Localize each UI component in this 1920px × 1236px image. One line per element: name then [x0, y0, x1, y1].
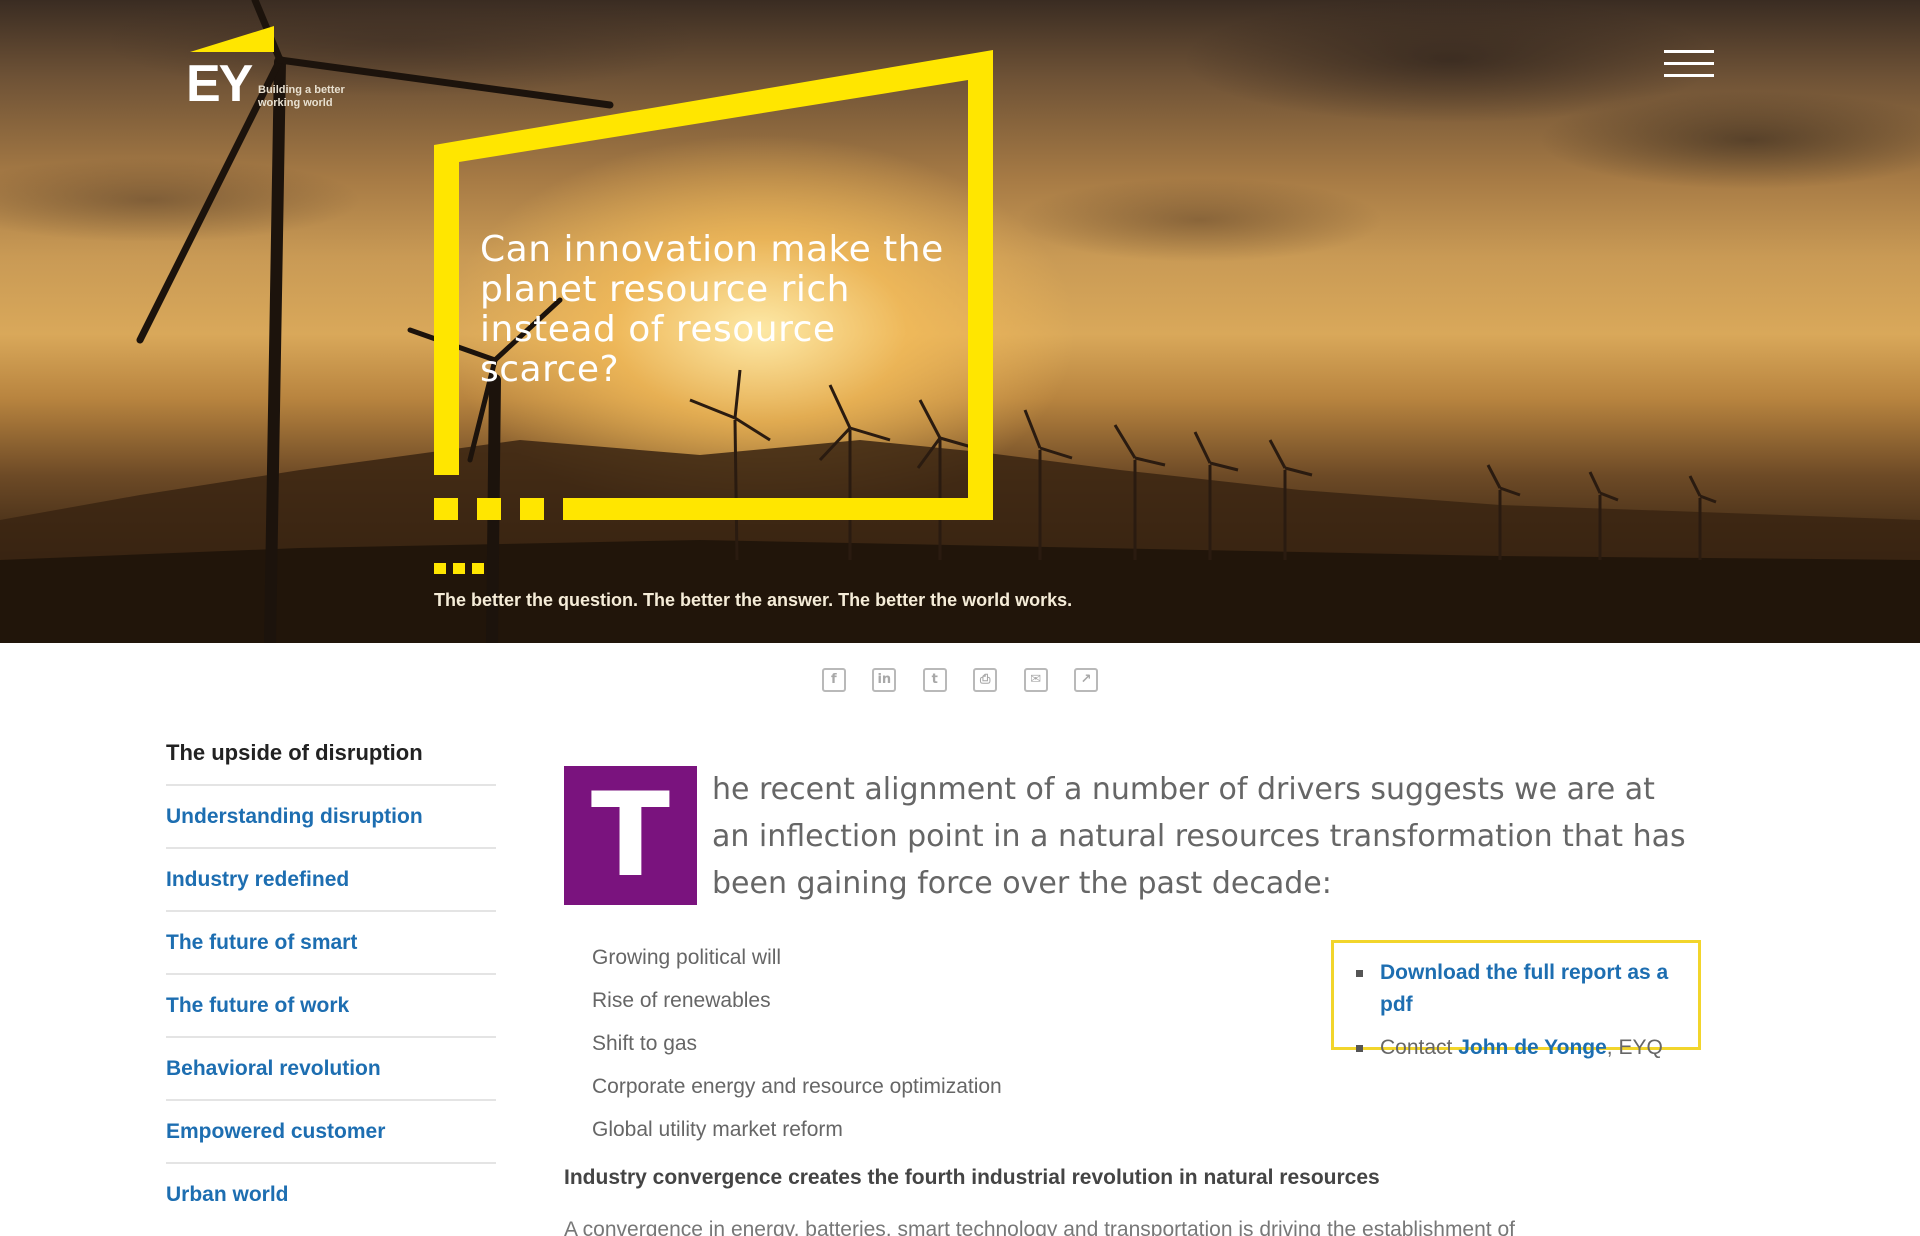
- article-lead: he recent alignment of a number of drive…: [712, 772, 1686, 901]
- list-item: Rise of renewables: [592, 989, 771, 1012]
- nav-item-behavioral-revolution[interactable]: Behavioral revolution: [166, 1038, 496, 1101]
- callout-download-item: Download the full report as a pdf: [1354, 957, 1680, 1021]
- nav-item-understanding-disruption[interactable]: Understanding disruption: [166, 786, 496, 849]
- logo-mark: EY: [186, 55, 253, 113]
- nav-item-empowered-customer[interactable]: Empowered customer: [166, 1101, 496, 1164]
- nav-item-future-of-smart[interactable]: The future of smart: [166, 912, 496, 975]
- ey-logo[interactable]: EY Building a better working world: [186, 26, 376, 116]
- hero-banner: EY Building a better working world Can i…: [0, 0, 1920, 643]
- nav-item-future-of-work[interactable]: The future of work: [166, 975, 496, 1038]
- list-item: Shift to gas: [592, 1032, 698, 1055]
- print-icon[interactable]: ⎙: [973, 668, 998, 692]
- facebook-icon[interactable]: f: [821, 668, 846, 692]
- nav-item-industry-redefined[interactable]: Industry redefined: [166, 849, 496, 912]
- download-report-link[interactable]: Download the full report as a pdf: [1380, 961, 1668, 1016]
- linkedin-icon[interactable]: in: [872, 668, 897, 692]
- section-subheading: Industry convergence creates the fourth …: [564, 1166, 1380, 1189]
- report-callout: Download the full report as a pdf Contac…: [1331, 940, 1701, 1059]
- hero-dots: [434, 561, 491, 579]
- contact-prefix: Contact: [1380, 1036, 1459, 1059]
- list-item: Growing political will: [592, 946, 782, 969]
- contact-name-link[interactable]: John de Yonge: [1458, 1036, 1607, 1059]
- list-item: Corporate energy and resource optimizati…: [592, 1075, 1002, 1098]
- nav-heading: The upside of disruption: [166, 740, 496, 786]
- section-nav: The upside of disruption Understanding d…: [166, 740, 496, 1225]
- twitter-icon[interactable]: t: [922, 668, 947, 692]
- nav-item-urban-world[interactable]: Urban world: [166, 1164, 496, 1225]
- email-icon[interactable]: ✉: [1023, 668, 1048, 692]
- share-bar: f in t ⎙ ✉ ↗: [0, 668, 1920, 692]
- callout-contact-item: Contact John de Yonge, EYQ: [1354, 1032, 1680, 1064]
- share-icon[interactable]: ↗: [1074, 668, 1099, 692]
- drop-cap: T: [564, 766, 697, 905]
- contact-suffix: , EYQ: [1606, 1036, 1663, 1059]
- logo-tagline: Building a better working world: [258, 84, 345, 109]
- hamburger-menu-icon[interactable]: [1664, 50, 1714, 80]
- list-item: Global utility market reform: [592, 1118, 843, 1141]
- hero-title: Can innovation make the planet resource …: [480, 229, 944, 390]
- hero-tagline: The better the question. The better the …: [434, 590, 1073, 610]
- drivers-list: Growing political will Rise of renewable…: [592, 936, 1002, 1151]
- article-paragraph: A convergence in energy, batteries, smar…: [564, 1218, 1515, 1236]
- ey-logo-beam: [190, 26, 274, 52]
